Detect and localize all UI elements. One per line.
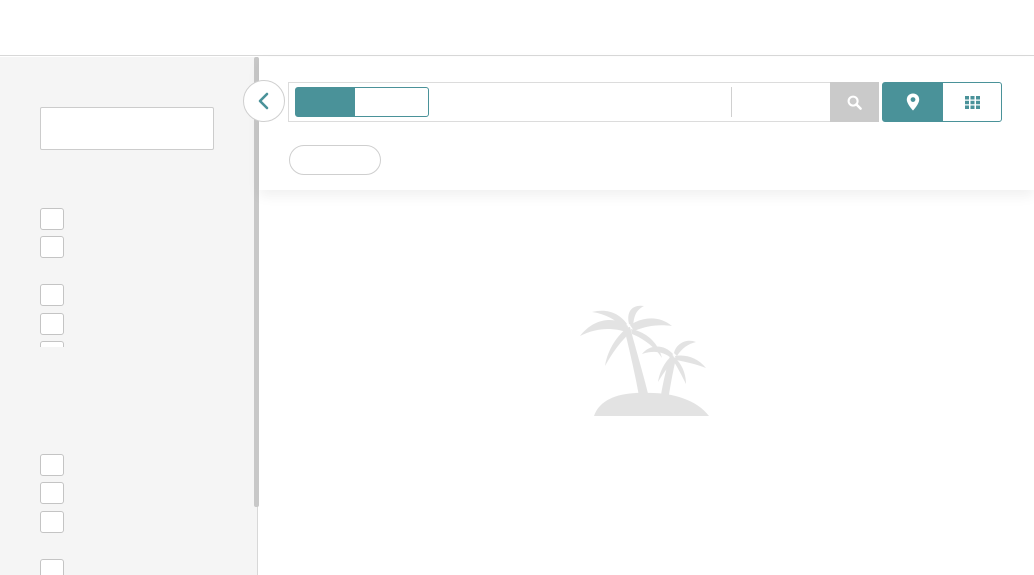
search-icon	[847, 95, 862, 110]
filter-chip[interactable]	[289, 145, 381, 175]
grid-icon	[964, 95, 980, 109]
filter-checkbox[interactable]	[40, 313, 64, 335]
search-divider	[731, 87, 732, 117]
palm-island-icon	[580, 305, 709, 416]
search-secondary-input[interactable]	[736, 87, 826, 117]
chevron-left-icon	[258, 92, 269, 110]
collapse-sidebar-button[interactable]	[243, 80, 285, 122]
filter-checkbox[interactable]	[40, 208, 64, 230]
mode-toggle-left[interactable]	[295, 87, 355, 117]
sidebar-filter-input[interactable]	[40, 107, 214, 150]
search-query-input[interactable]	[436, 87, 726, 117]
filter-checkbox[interactable]	[40, 482, 64, 504]
top-navigation-bar	[0, 0, 1034, 56]
filter-checkbox[interactable]	[40, 454, 64, 476]
filter-checkbox[interactable]	[40, 341, 64, 347]
search-button[interactable]	[830, 82, 879, 122]
mode-toggle-right[interactable]	[354, 87, 429, 117]
filter-checkbox[interactable]	[40, 284, 64, 306]
map-marker-icon	[906, 93, 919, 111]
grid-view-button[interactable]	[942, 82, 1002, 122]
map-view-button[interactable]	[882, 82, 943, 122]
empty-results	[578, 300, 713, 420]
filter-checkbox[interactable]	[40, 511, 64, 533]
filter-checkbox[interactable]	[40, 236, 64, 258]
filter-checkbox[interactable]	[40, 559, 64, 575]
filter-sidebar	[0, 57, 258, 575]
